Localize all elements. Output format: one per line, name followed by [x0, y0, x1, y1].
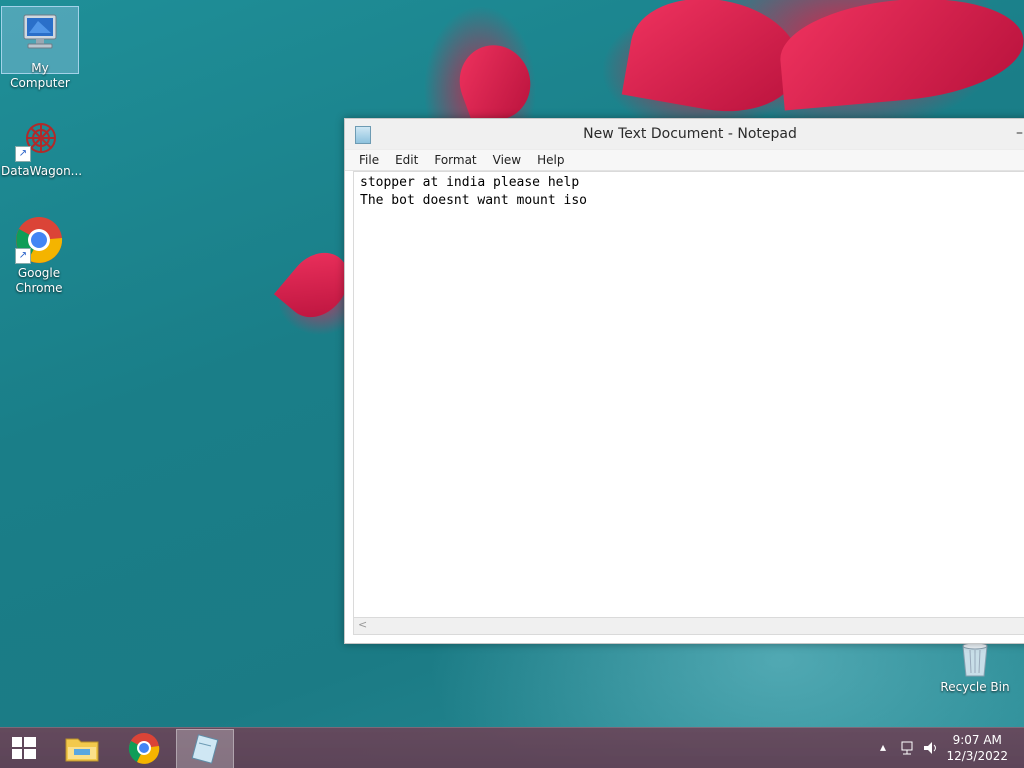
taskbar-file-explorer[interactable] [54, 729, 110, 767]
windows-logo-icon [12, 737, 36, 759]
menu-format[interactable]: Format [426, 150, 484, 167]
minimize-button[interactable]: – [1016, 125, 1023, 141]
start-button[interactable] [0, 729, 56, 767]
notepad-titlebar[interactable]: New Text Document - Notepad – [345, 119, 1024, 150]
text-editor[interactable]: stopper at india please help The bot doe… [353, 171, 1024, 619]
desktop-icon-datawagon[interactable]: ↗ DataWagon... [1, 110, 83, 179]
desktop: My Computer ↗ DataWagon... ↗ Google Chro… [0, 0, 1024, 768]
desktop-icon-recycle-bin[interactable]: Recycle Bin [937, 636, 1013, 695]
taskbar-notepad[interactable] [176, 729, 234, 768]
desktop-icon-label: My Computer [10, 61, 70, 90]
horizontal-scrollbar[interactable]: < [353, 617, 1024, 635]
window-title: New Text Document - Notepad [583, 126, 797, 142]
desktop-icon-google-chrome[interactable]: ↗ Google Chrome [1, 212, 77, 296]
menu-help[interactable]: Help [529, 150, 572, 167]
shortcut-arrow-icon: ↗ [15, 146, 31, 162]
chrome-icon [128, 733, 160, 764]
shortcut-arrow-icon: ↗ [15, 248, 31, 264]
show-hidden-icons-button[interactable]: ▴ [880, 740, 886, 754]
desktop-icon-label: Google Chrome [15, 266, 63, 295]
wallpaper-petal [776, 0, 1024, 111]
desktop-icon-label: Recycle Bin [940, 680, 1010, 694]
system-tray: ▴ 9:07 AM 12/3/2022 [864, 728, 1024, 768]
taskbar-chrome[interactable] [116, 729, 172, 767]
menu-file[interactable]: File [351, 150, 387, 167]
menu-view[interactable]: View [485, 150, 529, 167]
recycle-bin-icon [951, 640, 999, 678]
desktop-icon-my-computer[interactable]: My Computer [1, 6, 79, 90]
taskbar: ▴ 9:07 AM 12/3/2022 [0, 727, 1024, 768]
computer-icon [16, 11, 64, 59]
folder-icon [65, 738, 99, 762]
chrome-icon: ↗ [15, 216, 63, 264]
menu-edit[interactable]: Edit [387, 150, 426, 167]
desktop-icon-label: DataWagon... [1, 164, 83, 178]
clock[interactable]: 9:07 AM 12/3/2022 [946, 732, 1008, 764]
menu-bar: File Edit Format View Help [345, 150, 1024, 171]
notepad-window[interactable]: New Text Document - Notepad – File Edit Fo… [344, 118, 1024, 644]
wallpaper-petal [449, 35, 541, 130]
clock-date: 12/3/2022 [946, 749, 1008, 763]
volume-icon[interactable] [922, 740, 940, 756]
datawagon-icon: ↗ [15, 114, 63, 162]
scroll-left-button[interactable]: < [358, 618, 367, 631]
network-icon[interactable] [900, 740, 916, 756]
notepad-icon [191, 734, 219, 764]
clock-time: 9:07 AM [952, 733, 1002, 747]
